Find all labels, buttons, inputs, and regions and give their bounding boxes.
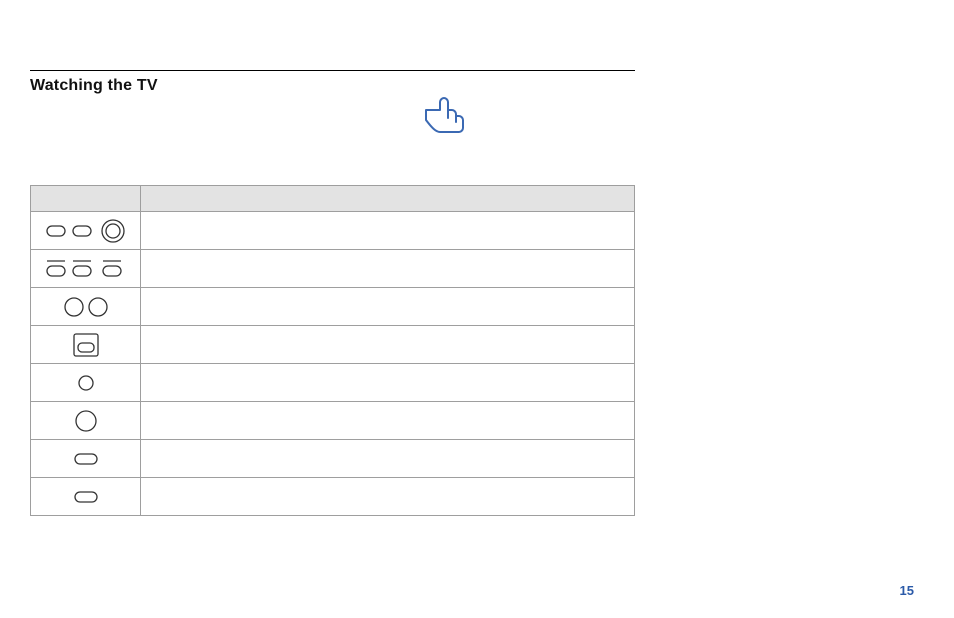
table-row — [31, 478, 635, 516]
table-row — [31, 440, 635, 478]
row2-icon — [31, 250, 141, 288]
page-number: 15 — [900, 583, 914, 598]
table-row — [31, 212, 635, 250]
row8-desc — [141, 478, 635, 516]
pointing-hand-icon — [420, 92, 468, 136]
row4-icon — [31, 326, 141, 364]
row8-icon — [31, 478, 141, 516]
table-row — [31, 364, 635, 402]
row2-desc — [141, 250, 635, 288]
table-row — [31, 326, 635, 364]
table-row — [31, 402, 635, 440]
row3-desc — [141, 288, 635, 326]
remote-buttons-table — [30, 185, 635, 516]
row4-desc — [141, 326, 635, 364]
row7-icon — [31, 440, 141, 478]
top-rule — [30, 70, 635, 71]
row5-icon — [31, 364, 141, 402]
row7-desc — [141, 440, 635, 478]
row1-icon — [31, 212, 141, 250]
row5-desc — [141, 364, 635, 402]
page-content: Watching the TV — [0, 0, 954, 556]
table-row — [31, 250, 635, 288]
page-title: Watching the TV — [30, 77, 914, 95]
row6-desc — [141, 402, 635, 440]
row3-icon — [31, 288, 141, 326]
table-row — [31, 288, 635, 326]
table-header-icon — [31, 186, 141, 212]
row1-desc — [141, 212, 635, 250]
row6-icon — [31, 402, 141, 440]
table-header-desc — [141, 186, 635, 212]
